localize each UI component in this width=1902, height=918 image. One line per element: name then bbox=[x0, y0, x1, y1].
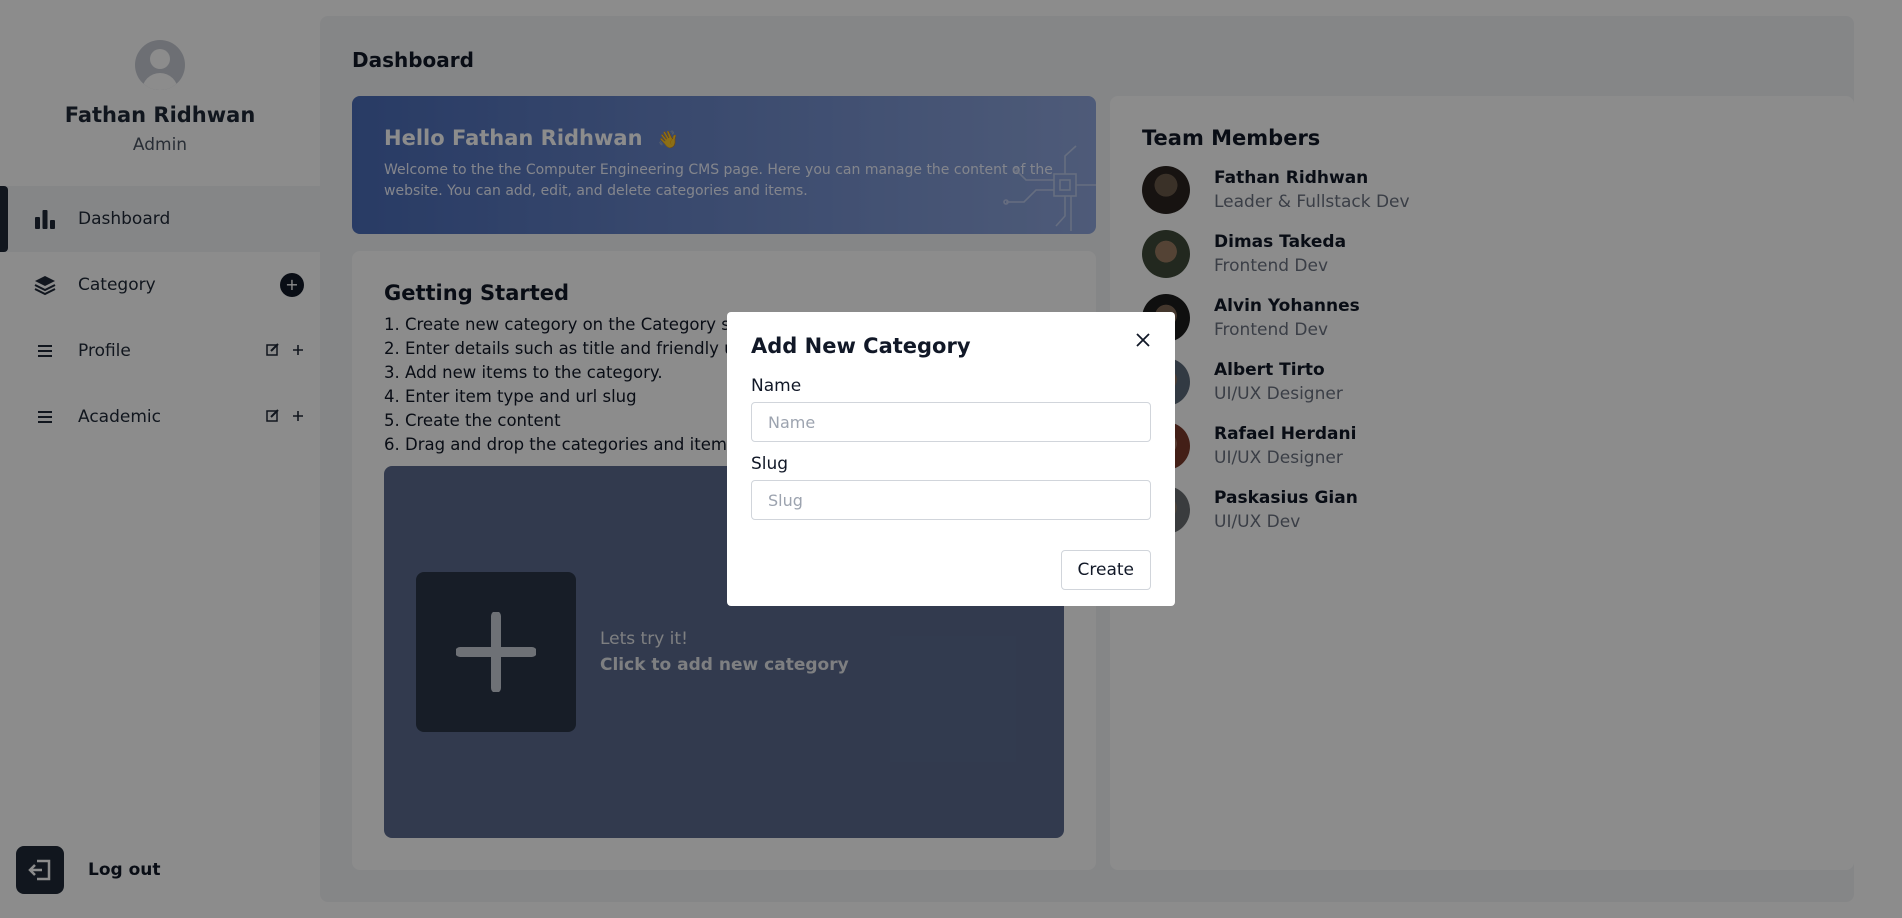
name-label: Name bbox=[751, 376, 802, 396]
slug-label: Slug bbox=[751, 454, 789, 474]
create-button[interactable]: Create bbox=[1060, 550, 1151, 590]
slug-input[interactable] bbox=[751, 480, 1151, 520]
name-input[interactable] bbox=[751, 402, 1151, 442]
close-icon[interactable] bbox=[1131, 328, 1155, 352]
modal-title: Add New Category bbox=[751, 334, 971, 358]
add-category-modal: Add New Category Name Slug Create bbox=[727, 312, 1175, 606]
